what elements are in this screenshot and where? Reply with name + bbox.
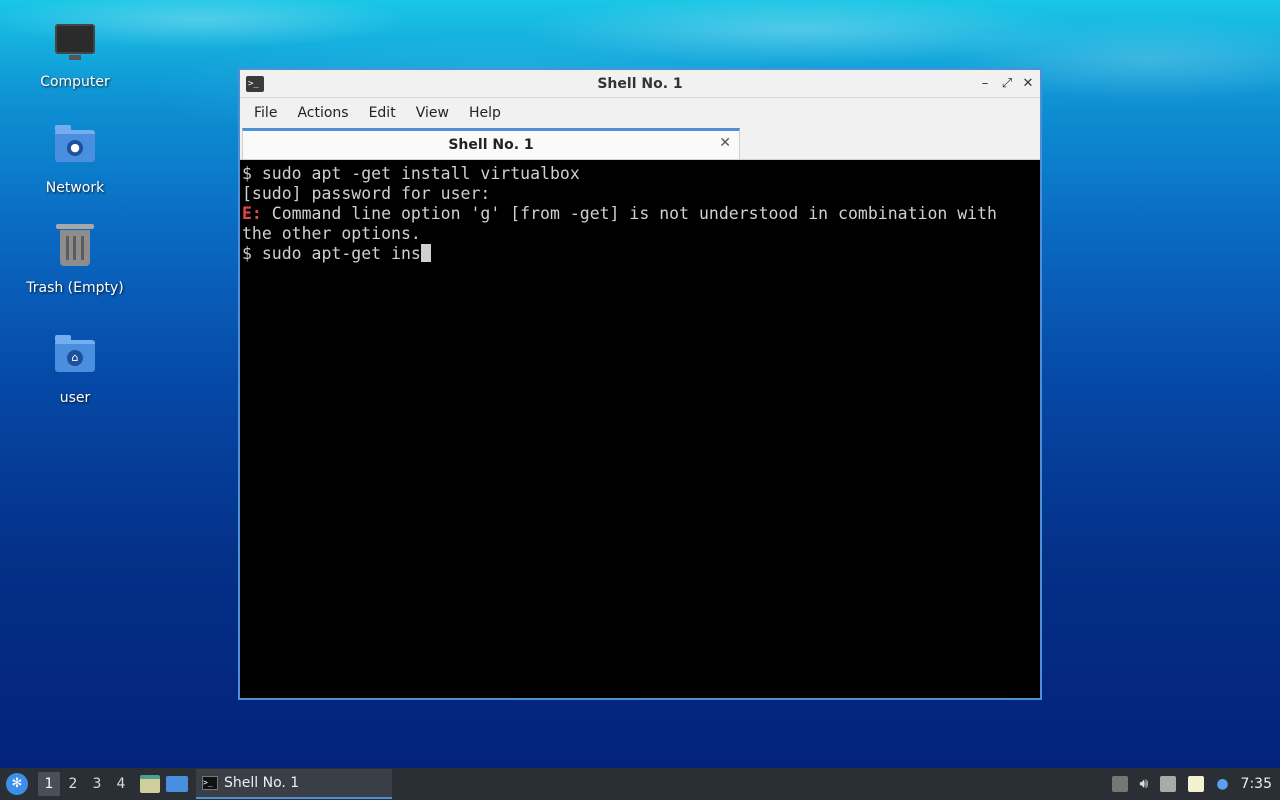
menu-logo-icon[interactable]: ✻ [6, 773, 28, 795]
taskbar-task-shell[interactable]: >_ Shell No. 1 [196, 769, 392, 799]
desktop-icon-label: Trash (Empty) [26, 280, 124, 296]
network-icon[interactable] [1160, 776, 1177, 792]
computer-icon [53, 24, 97, 68]
menu-file[interactable]: File [244, 98, 287, 128]
tab-shell-1[interactable]: Shell No. 1 ✕ [242, 128, 740, 159]
minimize-icon[interactable]: – [976, 75, 994, 93]
task-label: Shell No. 1 [224, 775, 300, 791]
terminal-window[interactable]: >_ Shell No. 1 – ⤢ ✕ File Actions Edit V… [238, 68, 1042, 700]
workspace-4[interactable]: 4 [110, 772, 132, 796]
menubar: File Actions Edit View Help [240, 98, 1040, 128]
desktop-icon-home[interactable]: ⌂ user [20, 332, 130, 406]
clipboard-icon[interactable] [1188, 776, 1205, 792]
system-tray: 🔊︎ ● 7:35 [1100, 776, 1280, 792]
network-folder-icon: ● [53, 125, 97, 174]
terminal-line: the other options. [242, 224, 421, 243]
menu-view[interactable]: View [406, 98, 459, 128]
menu-actions[interactable]: Actions [287, 98, 358, 128]
terminal-icon: >_ [202, 776, 218, 790]
current-input: $ sudo apt-get ins [242, 244, 421, 263]
terminal-error-line: E: Command line option 'g' [from -get] i… [242, 204, 1038, 224]
clock[interactable]: 7:35 [1241, 776, 1272, 792]
terminal-line: [sudo] password for user: [242, 184, 491, 203]
desktop-icon-computer[interactable]: Computer [20, 18, 130, 90]
terminal-output[interactable]: $ sudo apt -get install virtualbox [sudo]… [240, 162, 1040, 698]
home-folder-icon: ⌂ [53, 335, 97, 384]
workspace-2[interactable]: 2 [62, 772, 84, 796]
terminal-prompt-line[interactable]: $ sudo apt-get ins [242, 244, 1038, 264]
tab-close-icon[interactable]: ✕ [719, 135, 731, 151]
tab-label: Shell No. 1 [448, 137, 534, 153]
menu-help[interactable]: Help [459, 98, 511, 128]
show-desktop-icon[interactable] [166, 776, 188, 792]
taskbar: ✻ 1 2 3 4 >_ Shell No. 1 🔊︎ ● 7:35 [0, 768, 1280, 800]
tab-bar: Shell No. 1 ✕ [240, 128, 1040, 160]
maximize-icon[interactable]: ⤢ [998, 75, 1016, 93]
desktop-icon-label: user [59, 390, 91, 406]
volume-icon[interactable]: 🔊︎ [1140, 776, 1149, 792]
close-icon[interactable]: ✕ [1019, 75, 1037, 93]
desktop-icon-label: Computer [40, 74, 110, 90]
updates-icon[interactable] [1111, 776, 1128, 792]
text-cursor [420, 244, 431, 262]
window-title: Shell No. 1 [597, 76, 683, 92]
error-text: Command line option 'g' [from -get] is n… [261, 204, 997, 223]
desktop-icon-label: Network [45, 180, 105, 196]
notification-icon[interactable]: ● [1216, 776, 1228, 792]
error-prefix: E: [242, 204, 262, 223]
workspace-1[interactable]: 1 [38, 772, 60, 796]
trash-icon [53, 224, 97, 274]
desktop-icon-trash[interactable]: Trash (Empty) [20, 224, 130, 296]
terminal-line: $ sudo apt -get install virtualbox [242, 164, 580, 183]
workspace-3[interactable]: 3 [86, 772, 108, 796]
window-titlebar[interactable]: >_ Shell No. 1 – ⤢ ✕ [240, 70, 1040, 98]
menu-edit[interactable]: Edit [359, 98, 406, 128]
desktop-icon-network[interactable]: ● Network [20, 122, 130, 196]
file-manager-icon[interactable] [140, 775, 160, 793]
